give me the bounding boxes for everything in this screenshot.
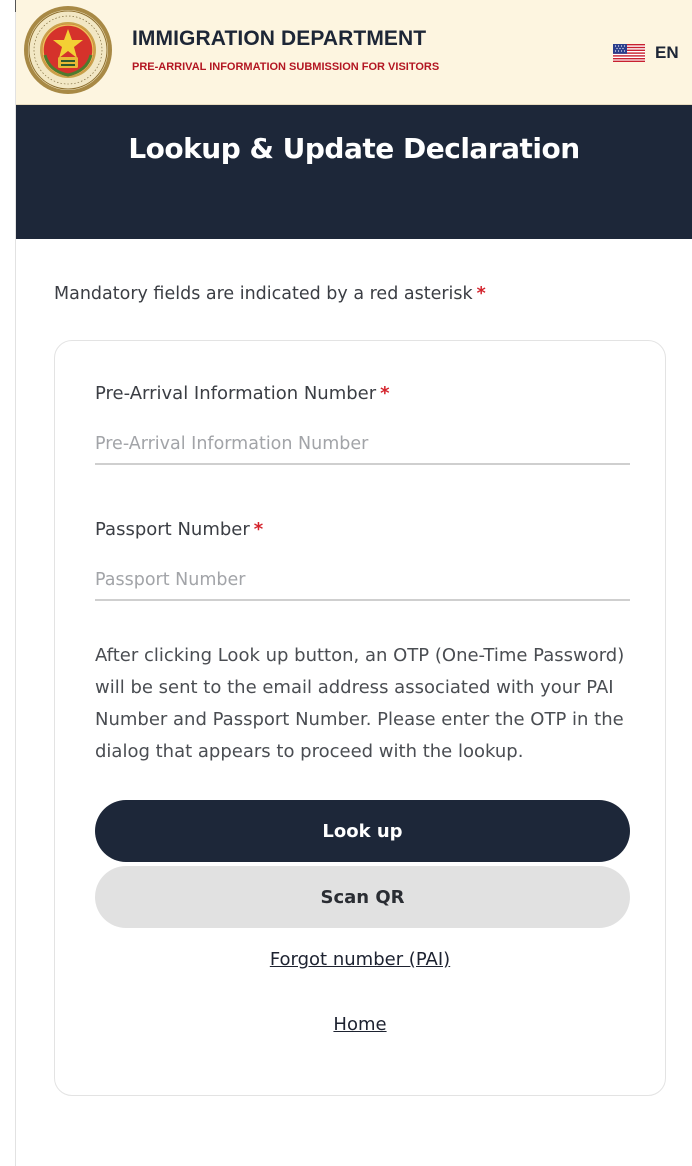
site-header: IMMIGRATION DEPARTMENT PRE-ARRIVAL INFOR…: [16, 0, 692, 105]
language-code: EN: [655, 43, 679, 62]
passport-number-label-text: Passport Number: [95, 519, 250, 540]
required-asterisk: *: [476, 284, 486, 304]
page-banner: Lookup & Update Declaration: [16, 105, 692, 239]
pai-number-input[interactable]: [95, 425, 630, 465]
lookup-button[interactable]: Look up: [95, 800, 630, 862]
lookup-form-card: Pre-Arrival Information Number* Passport…: [54, 340, 666, 1096]
mandatory-note-text: Mandatory fields are indicated by a red …: [54, 284, 473, 304]
required-asterisk: *: [380, 383, 390, 404]
language-selector[interactable]: EN: [613, 42, 679, 64]
forgot-number-link[interactable]: Forgot number (PAI): [55, 949, 665, 970]
left-edge: [0, 0, 16, 1166]
required-asterisk: *: [253, 519, 264, 540]
us-flag-icon: [613, 44, 645, 62]
mandatory-note: Mandatory fields are indicated by a red …: [54, 284, 486, 304]
passport-number-input[interactable]: [95, 561, 630, 601]
org-name: IMMIGRATION DEPARTMENT: [132, 27, 427, 50]
scan-qr-button[interactable]: Scan QR: [95, 866, 630, 928]
passport-number-label: Passport Number *: [95, 519, 263, 540]
org-tagline: PRE-ARRIVAL INFORMATION SUBMISSION FOR V…: [132, 61, 440, 73]
home-link[interactable]: Home: [55, 1014, 665, 1035]
otp-info-text: After clicking Look up button, an OTP (O…: [95, 645, 625, 762]
page: IMMIGRATION DEPARTMENT PRE-ARRIVAL INFOR…: [16, 0, 692, 1166]
immigration-emblem-icon[interactable]: [23, 5, 113, 95]
pai-number-label-text: Pre-Arrival Information Number: [95, 383, 377, 404]
page-title: Lookup & Update Declaration: [128, 132, 580, 165]
pai-number-label: Pre-Arrival Information Number *: [95, 383, 390, 404]
